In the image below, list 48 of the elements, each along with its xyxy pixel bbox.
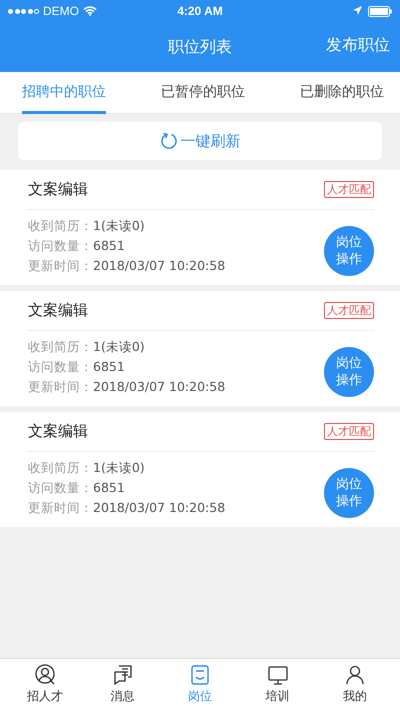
field-value: 6851 (93, 238, 125, 253)
wifi-icon (83, 6, 97, 16)
clock-time: 4:20 AM (177, 4, 223, 18)
field-value: 1(未读0) (93, 218, 145, 233)
publish-button[interactable]: 发布职位 (326, 35, 390, 56)
match-tag[interactable]: 人才匹配 (324, 423, 374, 440)
job-title: 文案编辑 (28, 301, 88, 320)
tab-bar-item[interactable]: 招人才 (10, 659, 80, 711)
field-label: 收到简历： (28, 460, 93, 475)
person-icon (34, 664, 56, 686)
field-label: 更新时间： (28, 500, 93, 515)
person-icon (344, 664, 366, 686)
field-label: 访问数量： (28, 238, 93, 253)
job-title: 文案编辑 (28, 422, 88, 441)
signal-icon (8, 8, 39, 14)
job-action-button[interactable]: 岗位操作 (324, 347, 374, 397)
field-value: 6851 (93, 480, 125, 495)
field-label: 访问数量： (28, 480, 93, 495)
field-label: 更新时间： (28, 379, 93, 394)
tab-bar-item[interactable]: 岗位 (164, 659, 235, 711)
field-label: 收到简历： (28, 218, 93, 233)
field-label: 访问数量： (28, 359, 93, 374)
job-action-button[interactable]: 岗位操作 (324, 468, 374, 518)
battery-icon (368, 6, 392, 16)
job-action-button[interactable]: 岗位操作 (324, 226, 374, 276)
document-icon (188, 664, 211, 686)
match-tag[interactable]: 人才匹配 (324, 181, 374, 198)
tab[interactable]: 已暂停的职位 (161, 72, 245, 114)
field-value: 1(未读0) (93, 460, 145, 475)
refresh-button[interactable]: 一键刷新 (18, 122, 382, 160)
field-value: 1(未读0) (93, 339, 145, 354)
field-value: 2018/03/07 10:20:58 (93, 258, 226, 273)
tab-bar-item[interactable]: 培训 (242, 659, 313, 711)
tab-bar-item[interactable]: 我的 (320, 659, 390, 711)
field-value: 2018/03/07 10:20:58 (93, 500, 226, 515)
field-label: 收到简历： (28, 339, 93, 354)
monitor-icon (266, 664, 289, 686)
page-title: 职位列表 (168, 36, 232, 58)
refresh-icon (160, 132, 178, 150)
field-value: 6851 (93, 359, 125, 374)
tab[interactable]: 已删除的职位 (300, 72, 384, 114)
carrier-name: DEMO (43, 4, 79, 18)
match-tag[interactable]: 人才匹配 (324, 302, 374, 319)
job-title: 文案编辑 (28, 180, 88, 199)
tab-bar-item[interactable]: 消息 (87, 659, 158, 711)
field-label: 更新时间： (28, 258, 93, 273)
field-value: 2018/03/07 10:20:58 (93, 379, 226, 394)
tab[interactable]: 招聘中的职位 (22, 72, 106, 114)
